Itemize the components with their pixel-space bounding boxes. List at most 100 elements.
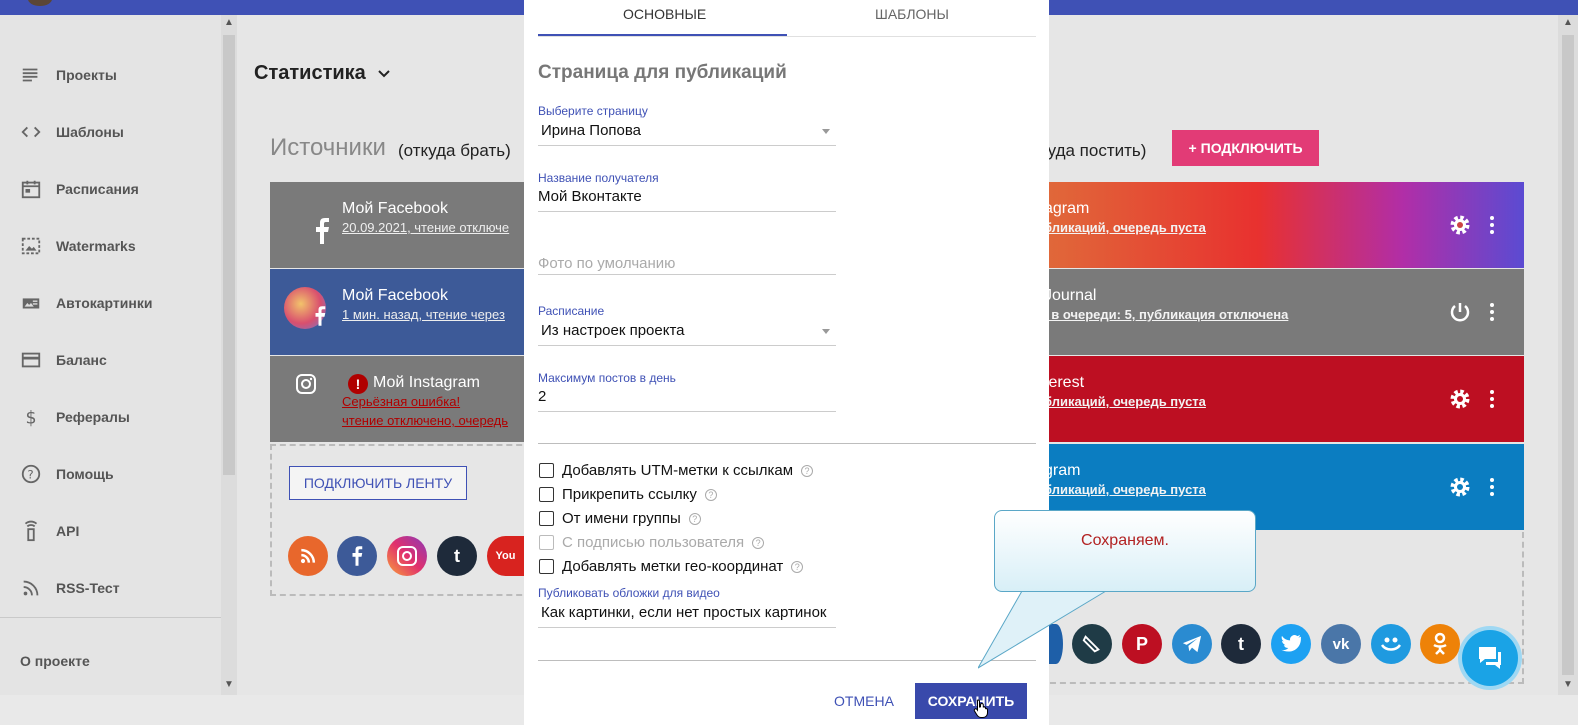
error-icon: ! [348, 374, 368, 394]
callout-tooltip: Сохраняем. [994, 510, 1256, 592]
dialog-title: Страница для публикаций [538, 62, 787, 83]
destinations-subtitle: куда постить) [1040, 141, 1147, 160]
destination-card[interactable]: Journal , в очереди: 5, публикация отклю… [1040, 269, 1524, 355]
save-button[interactable]: СОХРАНИТЬ [915, 683, 1027, 719]
page-select-label: Выберите страницу [538, 104, 648, 118]
twitter-icon[interactable] [1271, 624, 1311, 664]
more-vertical-icon[interactable] [1486, 213, 1498, 237]
utm-checkbox[interactable]: Добавлять UTM-метки к ссылкам ? [539, 462, 814, 479]
cancel-button[interactable]: ОТМЕНА [830, 690, 898, 712]
dialog-divider [538, 660, 1036, 661]
sidebar-item-about[interactable]: О проекте [20, 653, 90, 669]
sidebar-item-watermarks[interactable]: Watermarks [20, 231, 215, 261]
connect-button[interactable]: + ПОДКЛЮЧИТЬ [1172, 130, 1319, 166]
rss-icon [23, 580, 39, 596]
instagram-icon[interactable] [387, 536, 427, 576]
schedule-label: Расписание [538, 304, 605, 318]
sidebar-item-rss-test[interactable]: RSS-Тест [20, 573, 215, 603]
list-icon [22, 68, 38, 82]
schedule-select[interactable]: Из настроек проекта [538, 322, 836, 346]
chat-button[interactable] [1462, 630, 1518, 686]
video-covers-select[interactable]: Как картинки, если нет простых картинок [538, 604, 836, 628]
facebook-icon [316, 218, 329, 244]
help-icon[interactable]: ? [791, 560, 804, 573]
checkbox-icon[interactable] [539, 463, 554, 478]
power-icon[interactable] [1448, 300, 1472, 324]
avatar[interactable] [28, 0, 52, 6]
sidebar-item-balance[interactable]: Баланс [20, 345, 215, 375]
sidebar-scroll-thumb[interactable] [223, 35, 235, 475]
checkbox-icon[interactable] [539, 559, 554, 574]
gear-icon[interactable] [1448, 475, 1472, 499]
sidebar-item-schedules[interactable]: Расписания [20, 174, 215, 204]
main-scrollbar[interactable]: ▲ ▼ [1558, 15, 1578, 695]
more-vertical-icon[interactable] [1486, 387, 1498, 411]
destination-card[interactable]: terest бликаций, очередь пуста [1040, 356, 1524, 442]
credit-card-icon [21, 352, 41, 368]
tab-templates[interactable]: ШАБЛОНЫ [875, 6, 949, 22]
sidebar-item-help[interactable]: ? Помощь [20, 459, 215, 489]
dollar-icon: $ [26, 408, 37, 428]
tumblr-icon[interactable]: t [1221, 624, 1261, 664]
help-icon[interactable]: ? [688, 512, 701, 525]
image-icon [21, 237, 41, 255]
facebook-icon[interactable] [337, 536, 377, 576]
chevron-down-icon[interactable] [376, 66, 392, 82]
sidebar-item-templates[interactable]: Шаблоны [20, 117, 215, 147]
source-card[interactable]: ! Мой Instagram Серьёзная ошибка! чтение… [270, 356, 530, 442]
more-vertical-icon[interactable] [1486, 300, 1498, 324]
sidebar-item-autoimages[interactable]: Автокартинки [20, 288, 215, 318]
callout-pointer [978, 590, 1107, 669]
recipient-input[interactable]: Мой Вконтакте [538, 188, 836, 212]
page-select[interactable]: Ирина Попова [538, 122, 836, 146]
statistics-title[interactable]: Статистика [254, 62, 366, 85]
group-name-checkbox[interactable]: От имени группы ? [539, 510, 701, 527]
gear-icon[interactable] [1448, 387, 1472, 411]
geo-tags-checkbox[interactable]: Добавлять метки гео-координат ? [539, 558, 804, 575]
help-icon[interactable]: ? [752, 536, 765, 549]
rss-icon[interactable] [288, 536, 328, 576]
more-vertical-icon[interactable] [1486, 475, 1498, 499]
chat-icon [1479, 647, 1501, 669]
destination-card[interactable]: agram бликаций, очередь пуста [1040, 182, 1524, 268]
sidebar-item-api[interactable]: API [20, 516, 215, 546]
attach-link-checkbox[interactable]: Прикрепить ссылку ? [539, 486, 717, 503]
sidebar: Проекты Шаблоны Расписания Watermarks Ав… [0, 15, 237, 695]
sidebar-item-projects[interactable]: Проекты [20, 60, 215, 90]
chevron-down-icon [822, 129, 830, 134]
sidebar-divider [0, 617, 221, 618]
source-card[interactable]: Мой Facebook 20.09.2021, чтение отключе [270, 182, 530, 268]
tab-indicator [538, 34, 787, 36]
youtube-icon[interactable]: You [487, 536, 524, 576]
help-icon[interactable]: ? [801, 464, 814, 477]
recipient-label: Название получателя [538, 171, 659, 185]
tumblr-icon[interactable]: t [437, 536, 477, 576]
calendar-icon [21, 180, 41, 199]
pinterest-icon[interactable]: P [1122, 624, 1162, 664]
scroll-up-icon[interactable]: ▲ [221, 17, 237, 28]
sidebar-scrollbar[interactable]: ▲ ▼ [221, 15, 237, 695]
scroll-down-icon[interactable]: ▼ [221, 679, 237, 690]
help-icon[interactable]: ? [704, 488, 717, 501]
telegram-icon[interactable] [1172, 624, 1212, 664]
scroll-down-icon[interactable]: ▼ [1558, 679, 1578, 690]
chevron-down-icon [822, 329, 830, 334]
sources-subtitle: (откуда брать) [398, 141, 511, 160]
checkbox-icon[interactable] [539, 511, 554, 526]
gear-icon[interactable] [1448, 213, 1472, 237]
odnoklassniki-icon[interactable] [1420, 624, 1460, 664]
scroll-up-icon[interactable]: ▲ [1558, 17, 1578, 28]
vk-icon[interactable]: vk [1321, 624, 1361, 664]
connect-feed-button[interactable]: ПОДКЛЮЧИТЬ ЛЕНТУ [289, 466, 467, 500]
max-posts-input[interactable]: 2 [538, 388, 836, 412]
tab-main[interactable]: ОСНОВНЫЕ [623, 6, 706, 22]
main-scroll-thumb[interactable] [1562, 35, 1574, 675]
checkbox-icon[interactable] [539, 487, 554, 502]
moimir-icon[interactable] [1371, 624, 1411, 664]
default-photo-input[interactable]: Фото по умолчанию [538, 255, 836, 275]
antenna-icon [24, 520, 38, 542]
sidebar-item-referrals[interactable]: $ Рефералы [20, 402, 215, 432]
hand-cursor-icon [973, 699, 988, 718]
source-card[interactable]: Мой Facebook 1 мин. назад, чтение через [270, 269, 530, 355]
picture-card-icon [22, 298, 40, 309]
